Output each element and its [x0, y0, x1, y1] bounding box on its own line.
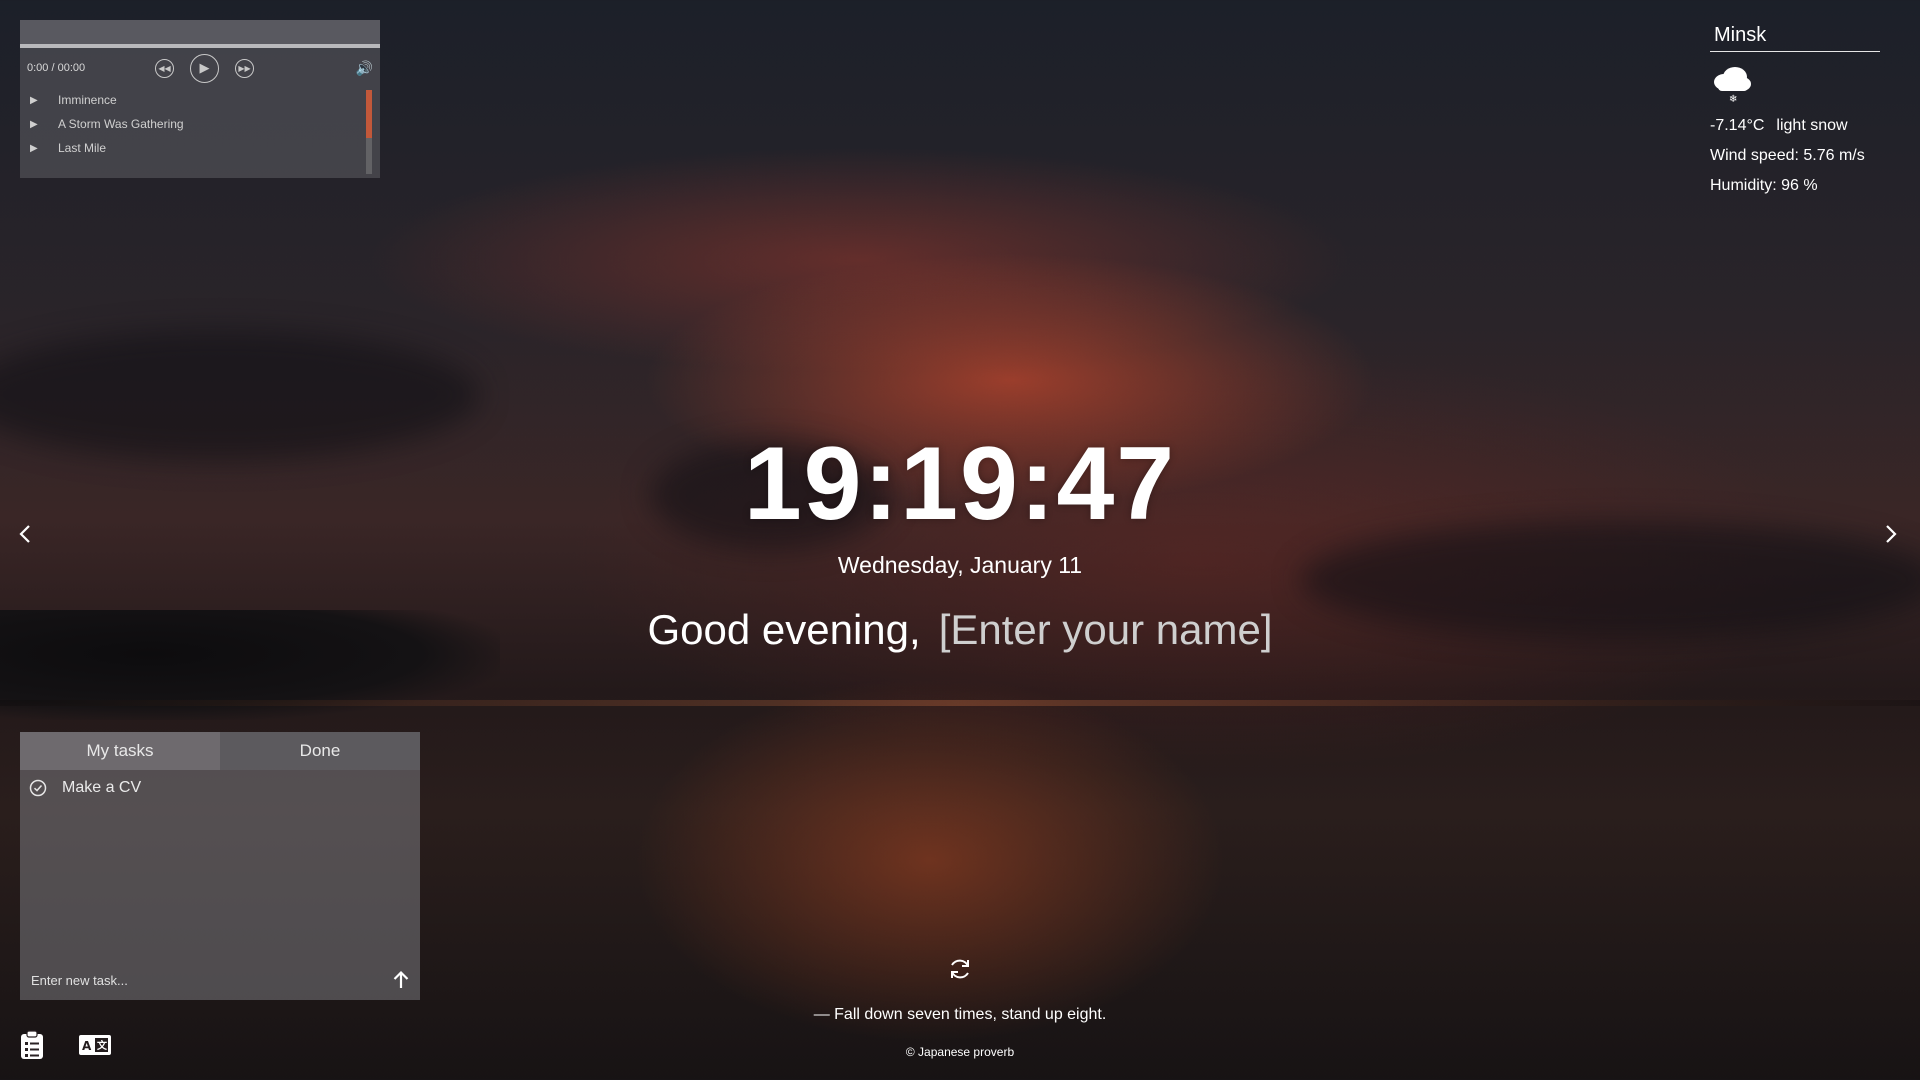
horizon	[0, 700, 1920, 706]
player-time: 0:00 / 00:00	[27, 62, 86, 74]
weather-widget: Minsk ❄ -7.14°C light snow Wind speed: 5.…	[1710, 20, 1880, 207]
playlist-item[interactable]: ▶ A Storm Was Gathering	[30, 112, 380, 136]
refresh-icon[interactable]	[947, 956, 973, 982]
humidity: Humidity: 96 %	[1710, 177, 1818, 194]
task-text: Make a CV	[62, 779, 142, 796]
arrow-up-icon[interactable]	[391, 970, 411, 990]
playlist-scrollbar[interactable]	[366, 90, 372, 174]
weather-temp-row: -7.14°C light snow	[1710, 117, 1880, 135]
playlist: ▶ Imminence ▶ A Storm Was Gathering ▶ La…	[20, 88, 380, 174]
rewind-icon[interactable]: ◀◀	[155, 58, 174, 78]
track-title: A Storm Was Gathering	[58, 117, 184, 131]
todo-panel: My tasks Done Make a CV	[20, 732, 420, 1000]
play-small-icon: ▶	[30, 142, 38, 154]
weather-description: light snow	[1776, 117, 1848, 134]
playlist-item[interactable]: ▶ Imminence	[30, 88, 380, 112]
playlist-item[interactable]: ▶ Last Mile	[30, 136, 380, 160]
task-item[interactable]: Make a CV	[20, 770, 420, 806]
player-controls: 0:00 / 00:00 ◀◀ ▶ ▶▶ 🔊	[20, 48, 380, 88]
new-task-row	[20, 960, 420, 1000]
track-title: Imminence	[58, 93, 117, 107]
chevron-left-icon[interactable]	[14, 522, 38, 546]
svg-text:❄: ❄	[1729, 94, 1737, 104]
quote-author: © Japanese proverb	[905, 1045, 1015, 1059]
name-input[interactable]: [Enter your name]	[939, 606, 1273, 654]
clock-time: 19:19:47	[743, 426, 1177, 542]
player-header	[20, 20, 380, 48]
wind-speed: Wind speed: 5.76 m/s	[1710, 147, 1865, 164]
todo-tabs: My tasks Done	[20, 732, 420, 770]
new-task-input[interactable]	[29, 971, 391, 989]
clock-date: Wednesday, January 11	[837, 552, 1083, 578]
snow-cloud-icon: ❄	[1714, 67, 1751, 105]
temperature: -7.14°C	[1710, 117, 1765, 134]
play-small-icon: ▶	[30, 94, 38, 106]
greeting-row: Good evening, [Enter your name]	[0, 606, 1920, 654]
progress-bar[interactable]	[20, 44, 380, 48]
scrollbar-thumb[interactable]	[366, 90, 372, 138]
play-small-icon: ▶	[30, 118, 38, 130]
chevron-right-icon[interactable]	[1878, 522, 1902, 546]
greeting-text: Good evening,	[647, 606, 921, 653]
quote-text: — Fall down seven times, stand up eight.	[813, 1006, 1107, 1023]
audio-player: 0:00 / 00:00 ◀◀ ▶ ▶▶ 🔊 ▶ Imminence ▶ A S…	[20, 20, 380, 178]
city-input[interactable]: Minsk	[1710, 20, 1880, 52]
fast-forward-icon[interactable]: ▶▶	[235, 58, 254, 78]
volume-icon[interactable]: 🔊	[356, 60, 373, 77]
tab-my-tasks[interactable]: My tasks	[20, 732, 220, 770]
play-icon[interactable]: ▶	[190, 53, 219, 83]
tab-done[interactable]: Done	[220, 732, 420, 770]
track-title: Last Mile	[58, 141, 107, 155]
check-circle-icon[interactable]	[29, 779, 47, 797]
